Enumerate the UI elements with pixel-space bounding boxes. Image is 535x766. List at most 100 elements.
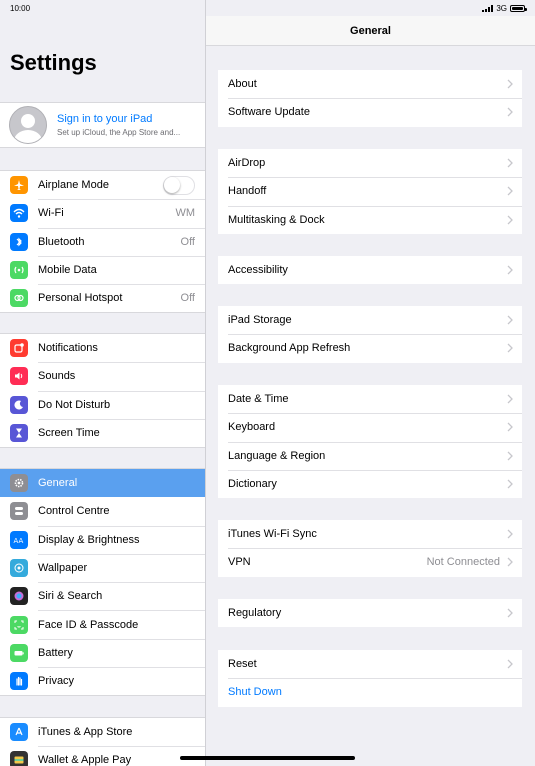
sidebar-item-face-id-passcode[interactable]: Face ID & Passcode — [0, 610, 205, 638]
detail-item-multitasking-dock[interactable]: Multitasking & Dock — [218, 205, 522, 234]
sidebar-item-notifications[interactable]: Notifications — [0, 334, 205, 362]
sidebar-item-general[interactable]: General — [0, 469, 205, 498]
sidebar-item-label: iTunes & App Store — [38, 726, 133, 739]
sidebar-item-label: Airplane Mode — [38, 179, 109, 192]
sidebar-item-label: Battery — [38, 646, 73, 659]
detail-item-label: Regulatory — [228, 607, 282, 620]
detail-item-background-app-refresh[interactable]: Background App Refresh — [218, 334, 522, 362]
sidebar-item-privacy[interactable]: Privacy — [0, 667, 205, 695]
home-indicator[interactable] — [180, 756, 355, 760]
status-bar: 10:00 3G — [0, 0, 535, 16]
chevron-right-icon — [507, 107, 513, 117]
antenna-icon — [10, 261, 28, 280]
detail-item-software-update[interactable]: Software Update — [218, 98, 522, 126]
detail-item-keyboard[interactable]: Keyboard — [218, 413, 522, 441]
chevron-right-icon — [507, 422, 513, 432]
detail-item-airdrop[interactable]: AirDrop — [218, 149, 522, 177]
sidebar-item-label: Wallpaper — [38, 562, 88, 575]
sidebar-item-mobile-data[interactable]: Mobile Data — [0, 255, 205, 284]
detail-item-label: Reset — [228, 658, 257, 671]
sidebar-item-display-brightness[interactable]: AA Display & Brightness — [0, 525, 205, 554]
chevron-right-icon — [507, 659, 513, 669]
svg-text:AA: AA — [14, 537, 24, 545]
sidebar-item-control-centre[interactable]: Control Centre — [0, 497, 205, 525]
sidebar-item-wallpaper[interactable]: Wallpaper — [0, 553, 205, 582]
notifications-icon — [10, 339, 28, 358]
detail-group: iTunes Wi-Fi Sync VPN Not Connected — [218, 520, 522, 577]
sidebar-item-label: Wi-Fi — [38, 207, 64, 220]
signal-icon — [482, 4, 494, 12]
app-store-icon — [10, 723, 28, 742]
status-indicators: 3G — [482, 3, 527, 13]
detail-item-itunes-wi-fi-sync[interactable]: iTunes Wi-Fi Sync — [218, 520, 522, 548]
sidebar-item-personal-hotspot[interactable]: Personal Hotspot Off — [0, 284, 205, 312]
sidebar-item-value: Off — [180, 235, 195, 248]
detail-item-label: Accessibility — [228, 264, 288, 277]
detail-item-handoff[interactable]: Handoff — [218, 177, 522, 205]
detail-item-label: Shut Down — [228, 686, 282, 699]
sidebar-item-label: Privacy — [38, 675, 75, 688]
detail-item-label: VPN — [228, 556, 251, 569]
detail-group: Date & Time Keyboard Language & Region Dict… — [218, 385, 522, 499]
sidebar-item-do-not-disturb[interactable]: Do Not Disturb — [0, 390, 205, 419]
sidebar-item-wallet-apple-pay[interactable]: Wallet & Apple Pay — [0, 746, 205, 766]
detail-item-ipad-storage[interactable]: iPad Storage — [218, 306, 522, 334]
sidebar-item-siri-search[interactable]: Siri & Search — [0, 582, 205, 610]
sidebar-item-bluetooth[interactable]: Bluetooth Off — [0, 227, 205, 256]
detail-item-label: Dictionary — [228, 478, 277, 491]
face-id-icon — [10, 615, 28, 634]
status-time: 10:00 — [10, 3, 31, 13]
detail-item-reset[interactable]: Reset — [218, 650, 522, 678]
chevron-right-icon — [507, 158, 513, 168]
detail-item-label: Keyboard — [228, 421, 276, 434]
detail-item-label: Multitasking & Dock — [228, 213, 325, 226]
detail-item-about[interactable]: About — [218, 70, 522, 98]
detail-item-regulatory[interactable]: Regulatory — [218, 599, 522, 627]
chevron-right-icon — [507, 557, 513, 567]
sidebar-group-store: iTunes & App Store Wallet & Apple Pay — [0, 717, 205, 766]
sidebar-item-label: Screen Time — [38, 427, 100, 440]
detail-item-date-time[interactable]: Date & Time — [218, 385, 522, 413]
avatar — [9, 106, 47, 144]
detail-item-label: AirDrop — [228, 157, 266, 170]
chevron-right-icon — [507, 186, 513, 196]
chevron-right-icon — [507, 265, 513, 275]
sidebar-group-notifications: Notifications Sounds Do Not Disturb Screen … — [0, 333, 205, 449]
chevron-right-icon — [507, 394, 513, 404]
chevron-right-icon — [507, 79, 513, 89]
chevron-right-icon — [507, 343, 513, 353]
sidebar-group-connectivity: Airplane Mode Wi-Fi WM Bluetooth Off Mobile D… — [0, 170, 205, 314]
battery-status-icon — [510, 4, 527, 12]
chevron-right-icon — [507, 479, 513, 489]
sidebar-item-value: Off — [180, 292, 195, 305]
nav-bar-title: General — [206, 16, 535, 46]
wallet-icon — [10, 751, 28, 766]
action-shut-down[interactable]: Shut Down — [218, 678, 522, 706]
sidebar-item-airplane-mode[interactable]: Airplane Mode — [0, 171, 205, 199]
siri-icon — [10, 587, 28, 606]
detail-item-dictionary[interactable]: Dictionary — [218, 469, 522, 498]
sidebar-item-label: Do Not Disturb — [38, 398, 111, 411]
battery-icon — [10, 643, 28, 662]
detail-group: AirDrop Handoff Multitasking & Dock — [218, 149, 522, 234]
sidebar-item-label: Face ID & Passcode — [38, 618, 139, 631]
detail-item-value: Not Connected — [426, 556, 500, 569]
wifi-icon — [10, 204, 28, 223]
sidebar-item-label: Mobile Data — [38, 264, 97, 277]
sidebar-item-screen-time[interactable]: Screen Time — [0, 418, 205, 447]
sidebar-item-label: Notifications — [38, 342, 98, 355]
apple-id-signin[interactable]: Sign in to your iPad Set up iCloud, the … — [0, 102, 205, 148]
network-type: 3G — [496, 3, 507, 13]
sidebar-item-sounds[interactable]: Sounds — [0, 362, 205, 390]
detail-item-language-region[interactable]: Language & Region — [218, 441, 522, 470]
detail-item-vpn[interactable]: VPN Not Connected — [218, 548, 522, 576]
airplane-mode-toggle[interactable] — [163, 175, 195, 195]
sidebar-item-wi-fi[interactable]: Wi-Fi WM — [0, 199, 205, 227]
detail-item-accessibility[interactable]: Accessibility — [218, 256, 522, 284]
sidebar-item-battery[interactable]: Battery — [0, 638, 205, 667]
sidebar-item-label: Sounds — [38, 370, 76, 383]
detail-item-label: iPad Storage — [228, 314, 292, 327]
detail-item-label: Software Update — [228, 106, 310, 119]
sidebar-item-itunes-app-store[interactable]: iTunes & App Store — [0, 718, 205, 746]
detail-item-label: About — [228, 78, 257, 91]
